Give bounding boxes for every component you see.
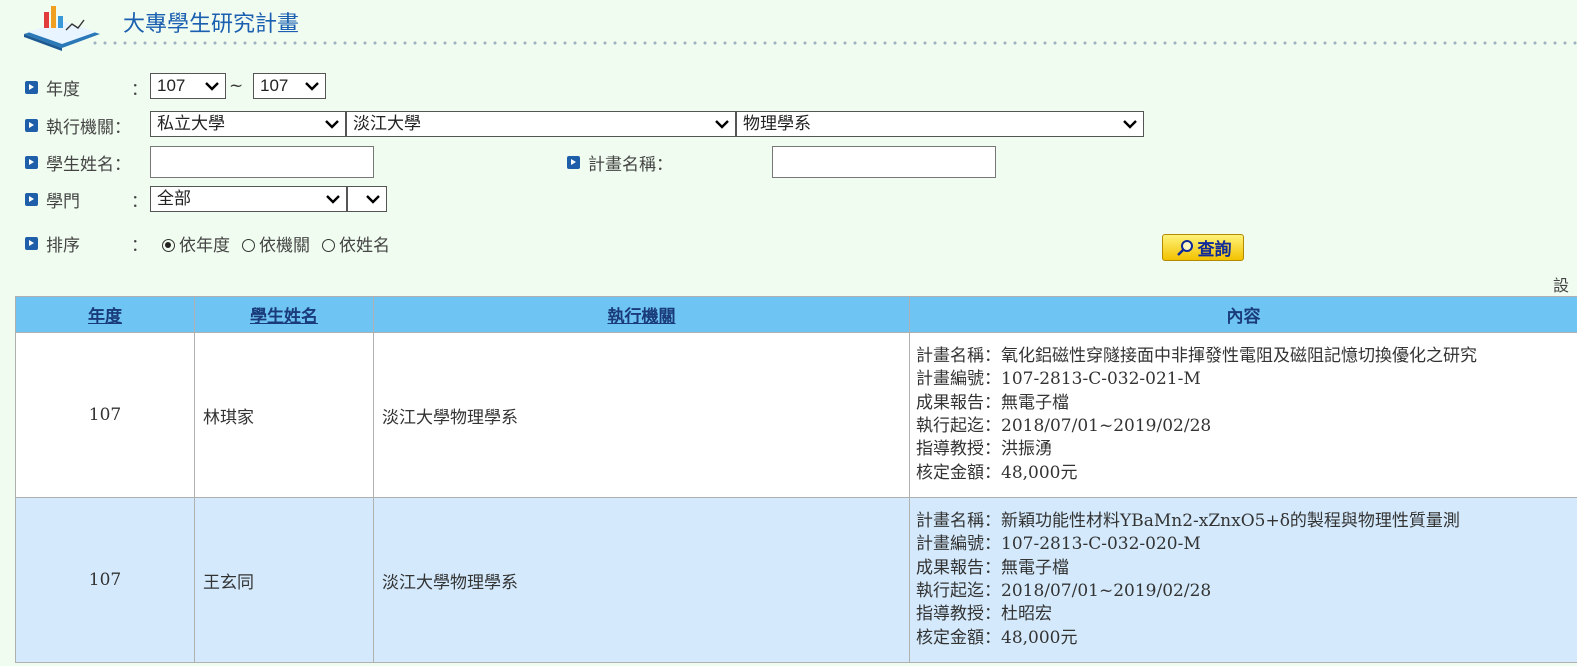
bullet-arrow-icon [25, 192, 38, 206]
column-header-year[interactable]: 年度 [15, 296, 195, 333]
cell-content: 計畫名稱：氧化鋁磁性穿隧接面中非揮發性電阻及磁阻記憶切換優化之研究 計畫編號：1… [909, 332, 1577, 498]
table-row: 107 林琪家 淡江大學物理學系 計畫名稱：氧化鋁磁性穿隧接面中非揮發性電阻及磁… [15, 332, 1577, 498]
magnifier-icon [1176, 239, 1193, 256]
field-sub-select[interactable] [347, 186, 387, 212]
sort-colon: ： [131, 236, 148, 256]
student-filter-row: 學生姓名 ： [25, 148, 131, 176]
search-button-label: 查詢 [1197, 240, 1232, 260]
dotted-divider [90, 40, 1577, 46]
radio-selected-icon [162, 238, 175, 252]
content-line: 計畫名稱：新穎功能性材料YBaMn2-xZnxO5+δ的製程與物理性質量測 [916, 510, 1460, 531]
student-colon: ： [114, 154, 131, 175]
org-school-select[interactable]: 淡江大學 [346, 111, 736, 137]
chevron-down-icon [1123, 120, 1137, 129]
bullet-arrow-icon [25, 80, 38, 94]
results-table: 年度 學生姓名 執行機關 內容 107 林琪家 淡江大學物理學系 計畫名稱：氧化… [15, 296, 1577, 663]
content-line: 指導教授：洪振湧 [916, 439, 1052, 460]
chevron-down-icon [366, 195, 380, 204]
sort-option-label: 依年度 [179, 235, 230, 256]
year-filter-row: 年度 [25, 73, 80, 101]
chevron-down-icon [326, 195, 340, 204]
org-label: 執行機關 [46, 117, 114, 138]
year-to-select[interactable]: 107 [253, 73, 326, 99]
year-range-separator: ~ [229, 76, 244, 96]
chevron-down-icon [205, 82, 219, 91]
content-line: 指導教授：杜昭宏 [916, 604, 1052, 625]
content-line: 計畫名稱：氧化鋁磁性穿隧接面中非揮發性電阻及磁阻記憶切換優化之研究 [916, 345, 1477, 366]
org-filter-row: 執行機關 ： [25, 111, 131, 139]
sort-by-name-radio[interactable]: 依姓名 [322, 231, 390, 256]
sort-label: 排序 [46, 235, 80, 256]
radio-empty-icon [242, 238, 255, 252]
content-line: 執行起迄：2018/07/01~2019/02/28 [916, 416, 1212, 436]
bullet-arrow-icon [567, 155, 580, 169]
cell-content: 計畫名稱：新穎功能性材料YBaMn2-xZnxO5+δ的製程與物理性質量測 計畫… [909, 497, 1577, 663]
column-header-content: 內容 [909, 296, 1577, 333]
content-line: 核定金額：48,000元 [916, 462, 1078, 483]
org-dept-select[interactable]: 物理學系 [736, 111, 1144, 137]
year-to-value: 107 [260, 76, 289, 95]
cell-org: 淡江大學物理學系 [373, 497, 910, 663]
page-header: 大專學生研究計畫 [20, 0, 1577, 55]
student-name-input[interactable] [150, 146, 374, 178]
sort-option-label: 依姓名 [339, 235, 390, 256]
search-button[interactable]: 查詢 [1162, 234, 1244, 261]
content-line: 計畫編號：107-2813-C-032-020-M [916, 534, 1201, 555]
field-colon: ： [131, 192, 148, 212]
org-dept-value: 物理學系 [743, 114, 811, 133]
content-line: 成果報告：無電子檔 [916, 392, 1069, 413]
student-label: 學生姓名 [46, 154, 114, 175]
content-line: 核定金額：48,000元 [916, 627, 1078, 648]
chevron-down-icon [325, 120, 339, 129]
column-header-org[interactable]: 執行機關 [373, 296, 910, 333]
table-header-row: 年度 學生姓名 執行機關 內容 [15, 296, 1577, 333]
org-type-value: 私立大學 [157, 114, 225, 133]
plan-colon: ： [656, 154, 673, 175]
bullet-arrow-icon [25, 155, 38, 169]
page-title: 大專學生研究計畫 [123, 12, 300, 37]
field-value: 全部 [157, 189, 191, 208]
plan-label: 計畫名稱 [588, 154, 656, 175]
cell-name: 林琪家 [194, 332, 374, 498]
org-colon: ： [114, 117, 131, 138]
field-filter-row: 學門 [25, 185, 80, 213]
bullet-arrow-icon [25, 118, 38, 132]
year-label: 年度 [46, 79, 80, 100]
sort-option-label: 依機關 [259, 235, 310, 256]
radio-empty-icon [322, 238, 335, 252]
plan-filter-row: 計畫名稱 ： [567, 148, 673, 176]
field-label: 學門 [46, 191, 80, 212]
cell-org: 淡江大學物理學系 [373, 332, 910, 498]
sort-filter-row: 排序 [25, 229, 80, 257]
column-header-name[interactable]: 學生姓名 [194, 296, 374, 333]
cell-year: 107 [15, 332, 195, 498]
org-type-select[interactable]: 私立大學 [150, 111, 346, 137]
content-line: 成果報告：無電子檔 [916, 557, 1069, 578]
chevron-down-icon [715, 120, 729, 129]
org-school-value: 淡江大學 [353, 114, 421, 133]
sort-options: 依年度 依機關 依姓名 [162, 229, 390, 257]
sort-by-org-radio[interactable]: 依機關 [242, 231, 310, 256]
year-from-value: 107 [157, 76, 186, 95]
content-line: 執行起迄：2018/07/01~2019/02/28 [916, 581, 1212, 601]
year-colon: ： [131, 80, 148, 100]
bullet-arrow-icon [25, 236, 38, 250]
cell-year: 107 [15, 497, 195, 663]
content-line: 計畫編號：107-2813-C-032-021-M [916, 369, 1201, 390]
sort-by-year-radio[interactable]: 依年度 [162, 231, 230, 256]
table-row: 107 王玄同 淡江大學物理學系 計畫名稱：新穎功能性材料YBaMn2-xZnx… [15, 497, 1577, 663]
chevron-down-icon [305, 82, 319, 91]
truncated-text: 設 [1553, 276, 1570, 295]
cell-name: 王玄同 [194, 497, 374, 663]
plan-name-input[interactable] [772, 146, 996, 178]
year-from-select[interactable]: 107 [150, 73, 226, 99]
field-select[interactable]: 全部 [150, 186, 347, 212]
